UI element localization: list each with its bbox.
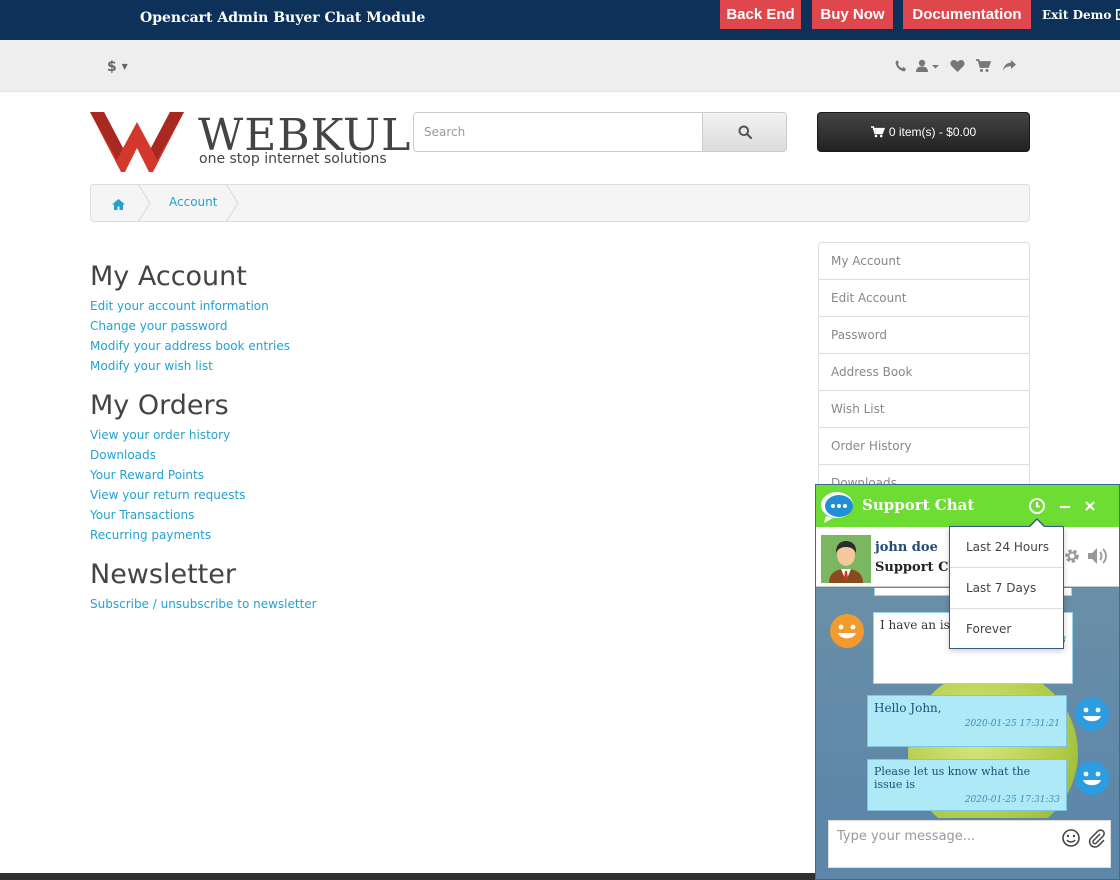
breadcrumb-separator [137, 184, 151, 222]
webkul-logo[interactable]: WEBKUL one stop internet solutions [90, 110, 410, 174]
address-book-link[interactable]: Modify your address book entries [90, 336, 790, 356]
sidebar-item-order-history[interactable]: Order History [818, 427, 1030, 464]
search-input[interactable] [413, 112, 703, 152]
documentation-button[interactable]: Documentation [903, 0, 1031, 29]
caret-down-icon: ▼ [121, 62, 128, 71]
dropdown-arrow-inner [1030, 520, 1044, 527]
downloads-link[interactable]: Downloads [90, 445, 790, 465]
message-time: 2020-01-25 17:31:33 [964, 795, 1060, 805]
reward-points-link[interactable]: Your Reward Points [90, 465, 790, 485]
currency-dropdown[interactable]: $ ▼ [107, 59, 128, 75]
order-history-link[interactable]: View your order history [90, 425, 790, 445]
heart-icon[interactable] [944, 58, 970, 76]
history-option-forever[interactable]: Forever [950, 609, 1063, 650]
chat-message: Please let us know what the issue is 202… [867, 759, 1067, 811]
history-option-7-days[interactable]: Last 7 Days [950, 568, 1063, 609]
chat-input-area [816, 818, 1119, 879]
search-icon [738, 125, 752, 139]
recurring-payments-link[interactable]: Recurring payments [90, 525, 790, 545]
avatar [821, 535, 871, 583]
paperclip-icon[interactable] [1086, 828, 1106, 848]
sidebar-item-edit-account[interactable]: Edit Account [818, 279, 1030, 316]
user-dropdown-icon[interactable] [914, 58, 944, 76]
my-account-heading: My Account [90, 261, 247, 292]
demo-title: Opencart Admin Buyer Chat Module [140, 10, 426, 26]
breadcrumb: Account [90, 184, 1030, 222]
account-sidebar: My Account Edit Account Password Address… [818, 242, 1030, 501]
my-account-links: Edit your account information Change you… [90, 296, 790, 376]
chat-history-menu: Last 24 Hours Last 7 Days Forever [949, 526, 1064, 649]
minimize-icon[interactable] [1054, 495, 1076, 517]
exit-demo-label: Exit Demo [1042, 8, 1112, 22]
transactions-link[interactable]: Your Transactions [90, 505, 790, 525]
gear-icon[interactable] [1062, 546, 1082, 566]
search-button[interactable] [702, 112, 787, 152]
message-text: Please let us know what the issue is [874, 765, 1031, 791]
wish-list-link[interactable]: Modify your wish list [90, 356, 790, 376]
chat-title: Support Chat [862, 496, 975, 514]
return-requests-link[interactable]: View your return requests [90, 485, 790, 505]
shopping-cart-icon[interactable] [970, 58, 996, 76]
cart-button[interactable]: 0 item(s) - $0.00 [817, 112, 1030, 152]
home-icon[interactable] [111, 196, 126, 215]
logo-tagline: one stop internet solutions [199, 151, 387, 167]
emoji-icon[interactable] [1061, 828, 1081, 848]
exit-demo-link[interactable]: Exit Demo [1042, 8, 1120, 22]
customer-smiley-icon [830, 614, 864, 648]
back-end-button[interactable]: Back End [720, 0, 801, 29]
message-text: Hello John, [874, 701, 942, 715]
clock-history-icon[interactable] [1026, 495, 1048, 517]
demo-bar: Opencart Admin Buyer Chat Module Back En… [0, 0, 1120, 40]
breadcrumb-separator [225, 184, 239, 222]
chat-user-role: Support Chat [875, 560, 955, 575]
my-orders-heading: My Orders [90, 390, 229, 421]
share-icon[interactable] [996, 58, 1022, 76]
chat-bubble-icon [821, 492, 853, 523]
sign-out-icon [1116, 9, 1120, 20]
message-time: 2020-01-25 17:31:21 [964, 719, 1060, 729]
edit-account-link[interactable]: Edit your account information [90, 296, 790, 316]
chat-user-name: john doe [875, 540, 938, 555]
admin-smiley-icon [1075, 697, 1109, 731]
phone-icon[interactable] [888, 58, 914, 76]
chat-header[interactable]: Support Chat [816, 485, 1119, 527]
top-icons [888, 58, 1022, 76]
shopping-cart-icon [870, 126, 885, 138]
cart-label: 0 item(s) - $0.00 [888, 125, 977, 139]
history-option-24-hours[interactable]: Last 24 Hours [950, 527, 1063, 568]
my-orders-links: View your order history Downloads Your R… [90, 425, 790, 545]
newsletter-heading: Newsletter [90, 559, 236, 590]
volume-icon[interactable] [1086, 545, 1110, 567]
top-nav: $ ▼ [0, 40, 1120, 92]
newsletter-links: Subscribe / unsubscribe to newsletter [90, 594, 790, 614]
sidebar-item-address-book[interactable]: Address Book [818, 353, 1030, 390]
currency-label: $ [107, 59, 117, 75]
sidebar-item-password[interactable]: Password [818, 316, 1030, 353]
close-icon[interactable] [1079, 495, 1101, 517]
buy-now-button[interactable]: Buy Now [812, 0, 893, 29]
sidebar-item-wish-list[interactable]: Wish List [818, 390, 1030, 427]
account-content: My Account Edit your account information… [90, 258, 790, 625]
change-password-link[interactable]: Change your password [90, 316, 790, 336]
admin-smiley-icon [1075, 761, 1109, 795]
chat-message: Hello John, 2020-01-25 17:31:21 [867, 695, 1067, 747]
newsletter-link[interactable]: Subscribe / unsubscribe to newsletter [90, 594, 790, 614]
sidebar-item-my-account[interactable]: My Account [818, 242, 1030, 279]
webkul-logo-mark [90, 112, 184, 172]
breadcrumb-account[interactable]: Account [169, 195, 217, 209]
